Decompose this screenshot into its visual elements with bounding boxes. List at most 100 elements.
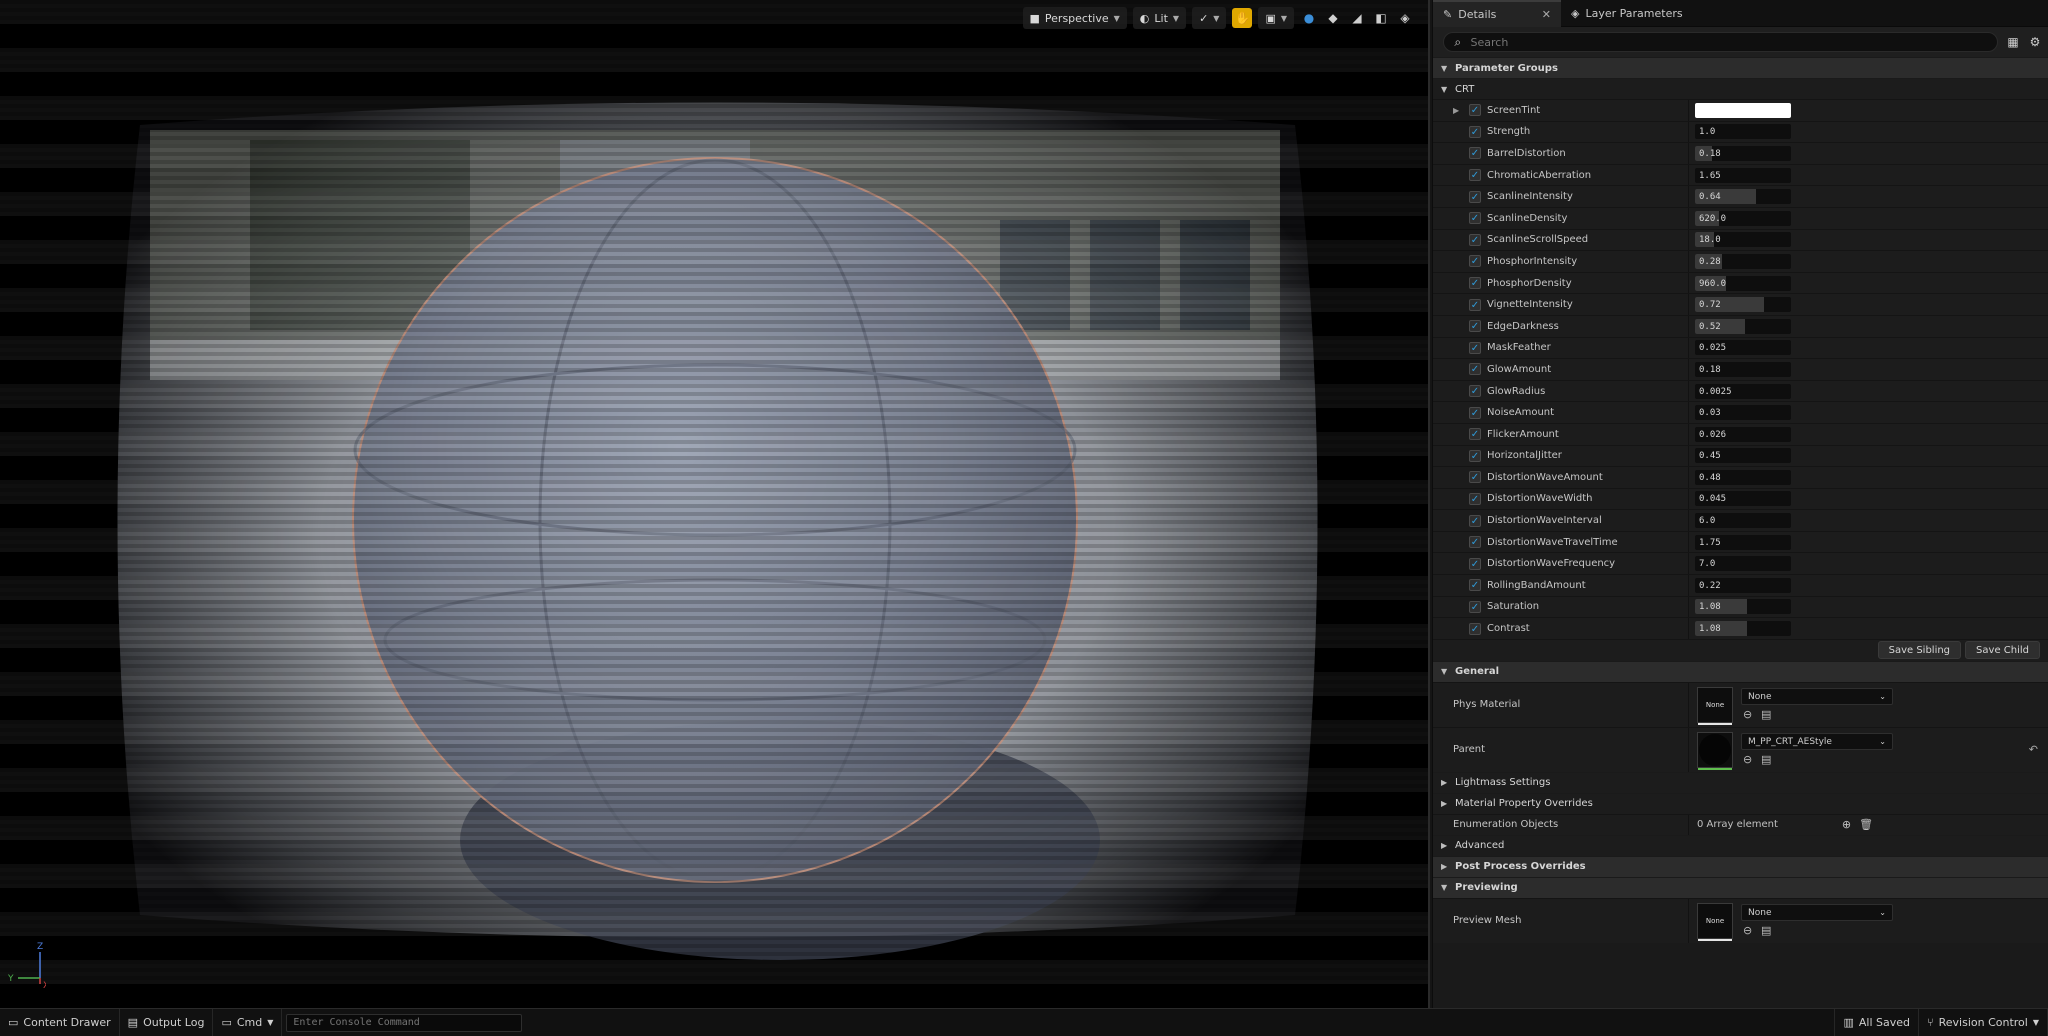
param-enabled-checkbox[interactable]: ✓ — [1469, 255, 1481, 268]
param-enabled-checkbox[interactable]: ✓ — [1469, 212, 1481, 225]
tab-layer-parameters[interactable]: ◈ Layer Parameters — [1561, 0, 1693, 27]
save-sibling-button[interactable]: Save Sibling — [1877, 641, 1962, 660]
lit-dropdown[interactable]: ◐ Lit ▼ — [1132, 7, 1187, 29]
param-enabled-checkbox[interactable]: ✓ — [1469, 341, 1481, 354]
param-enabled-checkbox[interactable]: ✓ — [1469, 514, 1481, 527]
cylinder-mesh-icon[interactable]: ◆ — [1324, 9, 1342, 27]
param-value-spinbox[interactable]: 0.52 — [1695, 318, 1791, 334]
reset-to-default-icon[interactable]: ↶ — [2029, 743, 2038, 756]
param-value-spinbox[interactable]: 0.0025 — [1695, 383, 1791, 399]
use-selected-icon[interactable]: ⊖ — [1743, 924, 1755, 937]
param-enabled-checkbox[interactable]: ✓ — [1469, 536, 1481, 549]
param-enabled-checkbox[interactable]: ✓ — [1469, 622, 1481, 635]
settings-gear-icon[interactable]: ⚙ — [2028, 35, 2042, 49]
browse-folder-icon[interactable]: ▤ — [1761, 753, 1773, 766]
content-drawer-button[interactable]: ▭ Content Drawer — [0, 1009, 120, 1036]
param-enabled-checkbox[interactable]: ✓ — [1469, 428, 1481, 441]
parent-thumbnail[interactable] — [1697, 731, 1733, 770]
output-log-button[interactable]: ▤ Output Log — [120, 1009, 214, 1036]
previewing-header[interactable]: ▼ Previewing — [1433, 876, 2048, 898]
param-value-spinbox[interactable]: 18.0 — [1695, 232, 1791, 248]
search-input[interactable] — [1470, 35, 1997, 49]
color-swatch[interactable] — [1695, 102, 1791, 118]
sphere-mesh-icon[interactable]: ● — [1300, 9, 1318, 27]
param-enabled-checkbox[interactable]: ✓ — [1469, 104, 1481, 117]
param-value-spinbox[interactable]: 960.0 — [1695, 275, 1791, 291]
param-value-spinbox[interactable]: 1.65 — [1695, 167, 1791, 183]
param-value-spinbox[interactable]: 0.03 — [1695, 405, 1791, 421]
param-enabled-checkbox[interactable]: ✓ — [1469, 277, 1481, 290]
param-enabled-checkbox[interactable]: ✓ — [1469, 579, 1481, 592]
trash-icon[interactable]: 🗑 — [1859, 818, 1873, 831]
cube-mesh-icon[interactable]: ◧ — [1372, 9, 1390, 27]
advanced-header[interactable]: ▶ Advanced — [1433, 834, 2048, 856]
custom-mesh-icon[interactable]: ◈ — [1396, 9, 1414, 27]
preview-options-dropdown[interactable]: ▣ ▼ — [1258, 7, 1294, 29]
param-enabled-checkbox[interactable]: ✓ — [1469, 169, 1481, 182]
lightmass-settings-header[interactable]: ▶ Lightmass Settings — [1433, 771, 2048, 793]
level-viewport[interactable]: ■ Perspective ▼ ◐ Lit ▼ ✓ ▼ ✋ ▣ ▼ ● ◆ ◢ … — [0, 0, 1430, 1008]
param-enabled-checkbox[interactable]: ✓ — [1469, 125, 1481, 138]
param-enabled-checkbox[interactable]: ✓ — [1469, 298, 1481, 311]
param-value-spinbox[interactable]: 1.08 — [1695, 599, 1791, 615]
use-selected-icon[interactable]: ⊖ — [1743, 708, 1755, 721]
phys-material-combo[interactable]: None ⌄ — [1741, 688, 1893, 706]
add-element-icon[interactable]: ⊕ — [1842, 818, 1851, 831]
preview-mesh-combo[interactable]: None ⌄ — [1741, 904, 1893, 922]
close-icon[interactable]: ✕ — [1542, 8, 1551, 21]
material-overrides-header[interactable]: ▶ Material Property Overrides — [1433, 792, 2048, 814]
param-value-spinbox[interactable]: 0.72 — [1695, 297, 1791, 313]
all-saved-button[interactable]: ▥ All Saved — [1834, 1009, 1919, 1036]
revision-control-button[interactable]: ⑂ Revision Control ▼ — [1919, 1009, 2048, 1036]
save-child-button[interactable]: Save Child — [1965, 641, 2040, 660]
param-value-spinbox[interactable]: 7.0 — [1695, 556, 1791, 572]
grid-view-icon[interactable]: ▦ — [2006, 35, 2020, 49]
param-value-spinbox[interactable]: 1.75 — [1695, 534, 1791, 550]
param-value-spinbox[interactable]: 0.22 — [1695, 577, 1791, 593]
param-enabled-checkbox[interactable]: ✓ — [1469, 320, 1481, 333]
param-enabled-checkbox[interactable]: ✓ — [1469, 449, 1481, 462]
param-value-spinbox[interactable]: 0.18 — [1695, 361, 1791, 377]
param-enabled-checkbox[interactable]: ✓ — [1469, 557, 1481, 570]
parent-combo[interactable]: M_PP_CRT_AEStyle ⌄ — [1741, 733, 1893, 751]
cmd-dropdown[interactable]: ▭ Cmd ▼ — [213, 1009, 283, 1036]
param-value-spinbox[interactable]: 0.045 — [1695, 491, 1791, 507]
parameter-groups-header[interactable]: ▼ Parameter Groups — [1433, 57, 2048, 78]
param-value-spinbox[interactable]: 0.18 — [1695, 145, 1791, 161]
param-enabled-checkbox[interactable]: ✓ — [1469, 233, 1481, 246]
expand-triangle-icon[interactable]: ▶ — [1453, 106, 1463, 115]
show-flags-dropdown[interactable]: ✓ ▼ — [1192, 7, 1227, 29]
post-process-overrides-header[interactable]: ▶ Post Process Overrides — [1433, 855, 2048, 877]
param-enabled-checkbox[interactable]: ✓ — [1469, 406, 1481, 419]
param-enabled-checkbox[interactable]: ✓ — [1469, 471, 1481, 484]
browse-folder-icon[interactable]: ▤ — [1761, 924, 1773, 937]
param-value-spinbox[interactable]: 6.0 — [1695, 513, 1791, 529]
param-value-spinbox[interactable]: 620.0 — [1695, 210, 1791, 226]
param-enabled-checkbox[interactable]: ✓ — [1469, 190, 1481, 203]
tab-details[interactable]: ✎ Details ✕ — [1433, 0, 1561, 27]
param-value-spinbox[interactable]: 1.0 — [1695, 124, 1791, 140]
param-value-spinbox[interactable]: 1.08 — [1695, 621, 1791, 637]
perspective-dropdown[interactable]: ■ Perspective ▼ — [1022, 7, 1127, 29]
phys-material-thumbnail[interactable]: None — [1697, 686, 1733, 725]
param-enabled-checkbox[interactable]: ✓ — [1469, 385, 1481, 398]
crt-group-header[interactable]: ▼ CRT — [1433, 78, 2048, 99]
browse-folder-icon[interactable]: ▤ — [1761, 708, 1773, 721]
param-value-spinbox[interactable]: 0.45 — [1695, 448, 1791, 464]
param-value-spinbox[interactable]: 0.28 — [1695, 253, 1791, 269]
view-mode-label: Perspective — [1044, 11, 1109, 25]
preview-mesh-thumbnail[interactable]: None — [1697, 902, 1733, 941]
console-command-input[interactable] — [286, 1013, 523, 1032]
use-selected-icon[interactable]: ⊖ — [1743, 753, 1755, 766]
param-value-spinbox[interactable]: 0.025 — [1695, 340, 1791, 356]
param-enabled-checkbox[interactable]: ✓ — [1469, 492, 1481, 505]
param-enabled-checkbox[interactable]: ✓ — [1469, 147, 1481, 160]
param-value-spinbox[interactable]: 0.48 — [1695, 469, 1791, 485]
param-enabled-checkbox[interactable]: ✓ — [1469, 363, 1481, 376]
param-enabled-checkbox[interactable]: ✓ — [1469, 600, 1481, 613]
realtime-toggle-icon[interactable]: ✋ — [1232, 8, 1253, 28]
param-value-spinbox[interactable]: 0.64 — [1695, 189, 1791, 205]
param-value-spinbox[interactable]: 0.026 — [1695, 426, 1791, 442]
plane-mesh-icon[interactable]: ◢ — [1348, 9, 1366, 27]
general-header[interactable]: ▼ General — [1433, 660, 2048, 682]
